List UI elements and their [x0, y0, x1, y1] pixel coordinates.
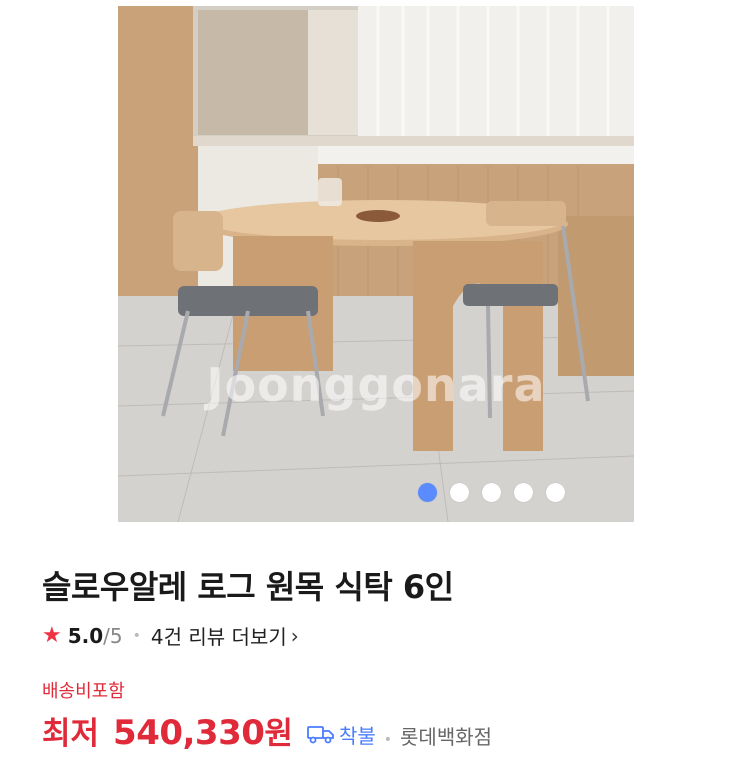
seller-name[interactable]: 롯데백화점 — [400, 721, 492, 750]
price-amount: 540,330 — [113, 713, 265, 753]
rating-row: ★ 5.0 /5 • 4건 리뷰 더보기 › — [42, 621, 299, 650]
rating-score: 5.0 — [67, 623, 104, 648]
reviews-link[interactable]: 4건 리뷰 더보기 — [151, 621, 287, 650]
slide-dot-3[interactable] — [482, 483, 501, 502]
slide-dot-5[interactable] — [546, 483, 565, 502]
chevron-right-icon: › — [290, 623, 299, 648]
separator-dot: • — [132, 627, 141, 644]
price-row: 최저 540,330 원 착불 • 롯데백화점 — [42, 708, 492, 753]
slide-indicators — [418, 483, 565, 502]
delivery-info: 착불 — [307, 720, 376, 749]
price-unit: 원 — [264, 716, 293, 752]
product-photo — [118, 6, 634, 522]
slide-dot-1[interactable] — [418, 483, 437, 502]
watermark-text: Joonggonara — [206, 358, 546, 412]
delivery-label: 착불 — [338, 723, 376, 748]
product-title: 슬로우알레 로그 원목 식탁 6인 — [42, 568, 454, 606]
product-image[interactable]: Joonggonara — [118, 6, 634, 522]
rating-max: /5 — [103, 623, 123, 648]
star-icon: ★ — [42, 623, 62, 648]
separator-dot: • — [383, 732, 393, 748]
truck-icon — [307, 726, 334, 744]
shipping-label: 배송비포함 — [42, 681, 125, 702]
slide-dot-2[interactable] — [450, 483, 469, 502]
price-prefix: 최저 — [42, 716, 100, 752]
slide-dot-4[interactable] — [514, 483, 533, 502]
